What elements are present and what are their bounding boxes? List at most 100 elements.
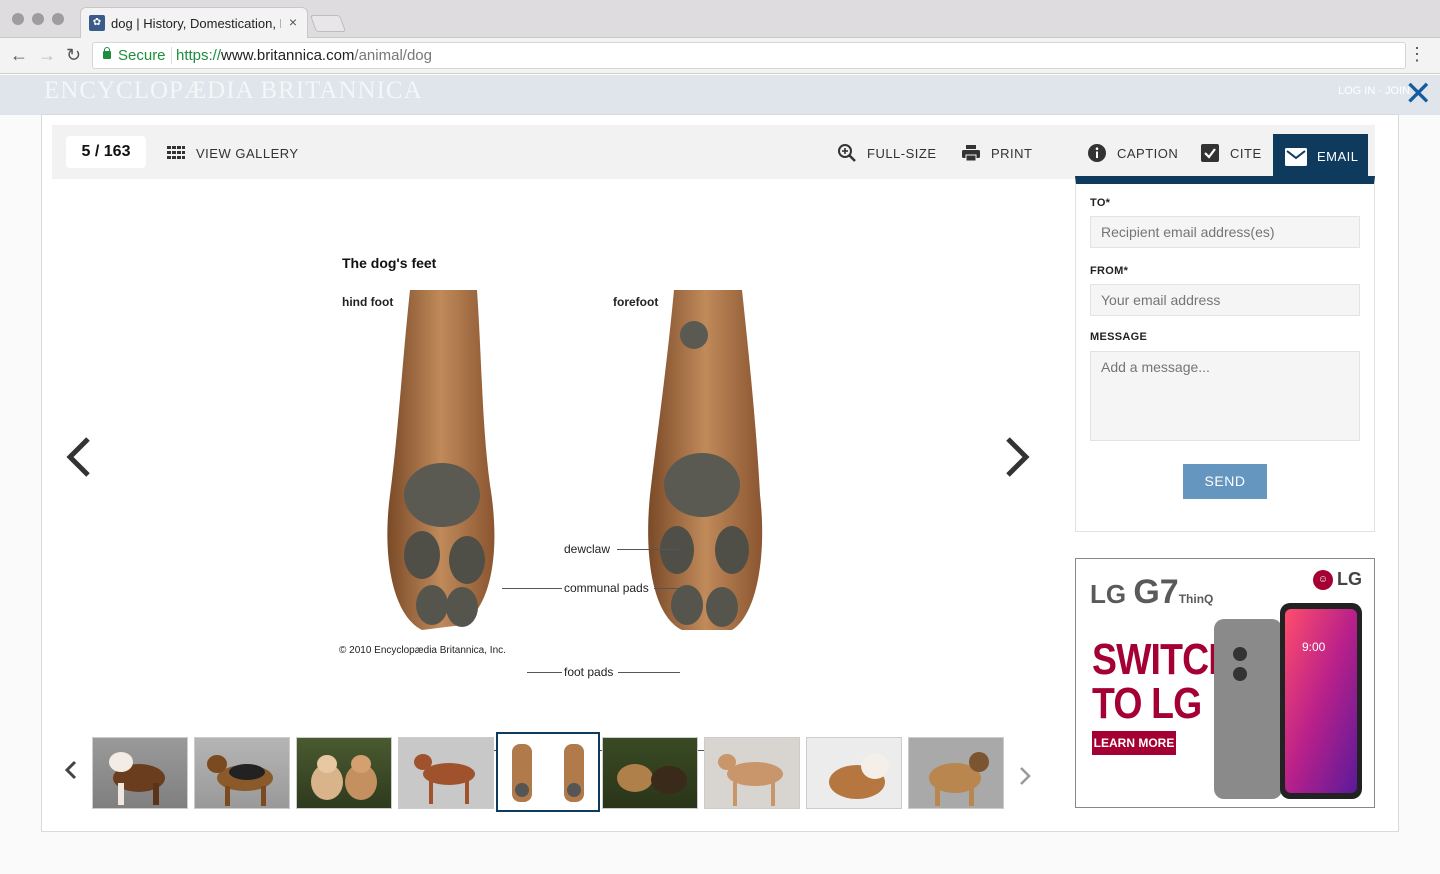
lg-logo: ☺ LG xyxy=(1313,569,1362,590)
checkbox-icon xyxy=(1201,144,1219,162)
lock-icon xyxy=(103,47,111,59)
dewclaw-leader xyxy=(617,549,679,550)
browser-toolbar: ← → ↻ Secure https://www.britannica.com/… xyxy=(0,38,1440,74)
url-host: www.britannica.com xyxy=(221,47,355,64)
thumbnail-dogs-feet[interactable] xyxy=(496,732,600,812)
foot-pads-leader-left xyxy=(527,672,562,673)
new-tab-button[interactable] xyxy=(309,15,347,32)
britannica-favicon-icon: ✿ xyxy=(89,15,105,31)
modal-toolbar: 5 / 163 VIEW GALLERY FULL-SIZE PRINT CAP… xyxy=(52,125,1375,179)
from-label: FROM* xyxy=(1090,265,1129,277)
ad-headline-line2: TO LG xyxy=(1092,679,1202,728)
ad-model-suffix: ThinQ xyxy=(1178,592,1214,606)
url-path: /animal/dog xyxy=(354,47,432,64)
to-label: TO* xyxy=(1090,197,1111,209)
email-tab[interactable]: EMAIL xyxy=(1273,134,1368,179)
browser-menu-icon[interactable]: ⋮ xyxy=(1408,44,1426,65)
printer-icon xyxy=(962,145,980,162)
dogs-feet-thumbnail-image xyxy=(512,744,584,802)
bulldog-image xyxy=(829,753,889,799)
tab-close-icon[interactable]: × xyxy=(289,14,297,30)
foot-pads-leader-right xyxy=(618,672,680,673)
secure-label: Secure xyxy=(118,47,166,64)
thumbnail-dogs-on-grass[interactable] xyxy=(602,737,698,809)
dogs-on-grass-image xyxy=(617,764,687,794)
back-arrow-icon[interactable]: ← xyxy=(10,45,28,66)
grid-icon xyxy=(167,146,185,159)
thumbnails-next-icon[interactable] xyxy=(1018,765,1032,793)
url-protocol: https:// xyxy=(176,47,222,64)
message-textarea[interactable] xyxy=(1090,351,1360,441)
thumbnail-bulldog[interactable] xyxy=(806,737,902,809)
email-label: EMAIL xyxy=(1317,149,1359,164)
info-icon xyxy=(1088,144,1106,162)
minimize-window-button[interactable] xyxy=(32,13,44,25)
sender-email-input[interactable] xyxy=(1090,284,1360,316)
url-separator xyxy=(171,47,172,64)
thumbnail-dog-skeleton[interactable] xyxy=(704,737,800,809)
reload-icon[interactable]: ↻ xyxy=(66,45,81,66)
thumbnail-afghan-hound[interactable] xyxy=(908,737,1004,809)
caption-button[interactable]: CAPTION xyxy=(1087,143,1178,163)
cite-label: CITE xyxy=(1230,145,1262,161)
learn-more-button[interactable]: LEARN MORE xyxy=(1092,731,1176,755)
dog-skeleton-image xyxy=(718,754,783,806)
phone-image: 9:00 xyxy=(1214,603,1362,799)
previous-image-arrow-icon[interactable] xyxy=(64,435,94,489)
url-text: https://www.britannica.com/animal/dog xyxy=(176,47,432,64)
tab-title: dog | History, Domestication, P xyxy=(111,16,281,31)
bull-terrier-image xyxy=(109,752,165,805)
message-label: MESSAGE xyxy=(1090,331,1148,343)
communal-pads-leader-left xyxy=(502,588,562,589)
view-gallery-button[interactable]: VIEW GALLERY xyxy=(166,143,299,163)
thumbnail-chihuahuas[interactable] xyxy=(296,737,392,809)
thumbnail-dog-anatomy[interactable] xyxy=(398,737,494,809)
print-label: PRINT xyxy=(991,145,1033,161)
print-button[interactable]: PRINT xyxy=(961,143,1033,163)
lg-logo-icon: ☺ xyxy=(1313,569,1333,590)
foot-pads-label: foot pads xyxy=(564,665,614,679)
site-logo[interactable]: ENCYCLOPÆDIA BRITANNICA xyxy=(44,77,423,105)
lg-advertisement[interactable]: LG G7ThinQ ☺ LG SWITCH TO LG LEARN MORE 9… xyxy=(1075,558,1375,808)
maximize-window-button[interactable] xyxy=(52,13,64,25)
figure-copyright: © 2010 Encyclopædia Britannica, Inc. xyxy=(339,645,506,656)
caption-label: CAPTION xyxy=(1117,145,1179,161)
cite-button[interactable]: CITE xyxy=(1200,143,1262,163)
dog-anatomy-image xyxy=(414,754,475,804)
thumbnail-german-shepherd[interactable] xyxy=(194,737,290,809)
german-shepherd-image xyxy=(207,755,273,806)
address-bar[interactable]: Secure https://www.britannica.com/animal… xyxy=(92,42,1406,69)
chihuahuas-image xyxy=(311,755,377,800)
communal-pads-label: communal pads xyxy=(564,581,649,595)
ad-brand-lg: LG xyxy=(1090,579,1127,609)
afghan-hound-image xyxy=(929,752,989,806)
send-button[interactable]: SEND xyxy=(1183,464,1267,499)
ad-brand: LG G7ThinQ xyxy=(1090,573,1213,612)
login-link[interactable]: LOG IN · JOIN xyxy=(1338,85,1410,97)
media-gallery-modal: 5 / 163 VIEW GALLERY FULL-SIZE PRINT CAP… xyxy=(41,114,1399,832)
thumbnails-previous-icon[interactable] xyxy=(64,759,78,787)
forward-arrow-icon[interactable]: → xyxy=(38,45,56,66)
envelope-icon xyxy=(1285,147,1307,166)
dewclaw-label: dewclaw xyxy=(564,542,611,556)
view-gallery-label: VIEW GALLERY xyxy=(196,145,299,161)
browser-tab[interactable]: ✿ dog | History, Domestication, P × xyxy=(80,7,308,38)
dog-feet-illustration: The dog's feet hind foot forefoot dewcla… xyxy=(339,255,812,757)
phone-time: 9:00 xyxy=(1302,640,1326,654)
thumbnail-bull-terrier[interactable] xyxy=(92,737,188,809)
ad-model: G7 xyxy=(1133,573,1179,611)
recipient-email-input[interactable] xyxy=(1090,216,1360,248)
close-icon[interactable]: ✕ xyxy=(1404,77,1433,111)
zoom-icon xyxy=(838,144,856,162)
full-size-label: FULL-SIZE xyxy=(867,145,937,161)
ad-logo-text: LG xyxy=(1337,569,1362,589)
full-size-button[interactable]: FULL-SIZE xyxy=(837,143,937,163)
image-counter: 5 / 163 xyxy=(66,136,146,168)
communal-pads-leader-right xyxy=(654,588,679,589)
figure-title: The dog's feet xyxy=(342,255,437,271)
site-header: ENCYCLOPÆDIA BRITANNICA LOG IN · JOIN xyxy=(0,75,1440,115)
next-image-arrow-icon[interactable] xyxy=(1002,435,1032,489)
browser-tab-bar: ✿ dog | History, Domestication, P × xyxy=(0,0,1440,38)
email-share-panel: TO* FROM* MESSAGE SEND xyxy=(1075,176,1375,532)
close-window-button[interactable] xyxy=(12,13,24,25)
